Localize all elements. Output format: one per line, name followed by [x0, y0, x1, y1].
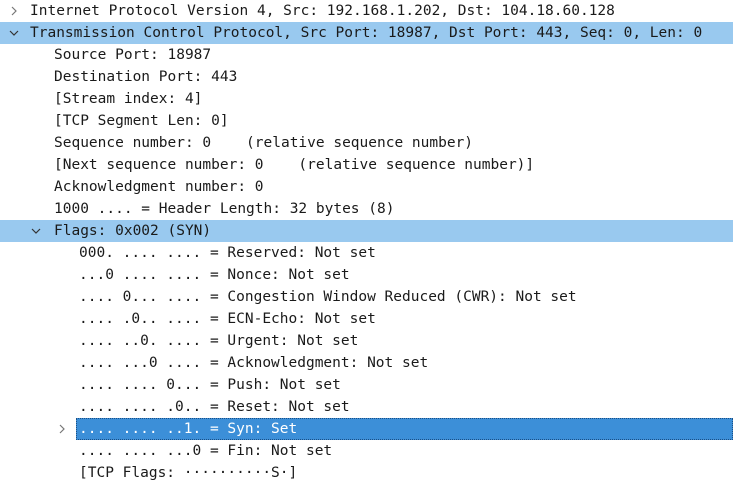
tree-row-flag-syn[interactable]: .... .... ..1. = Syn: Set: [0, 418, 733, 440]
tree-row-label: [TCP Flags: ··········S·]: [79, 465, 298, 481]
tree-row-label: .... ..0. .... = Urgent: Not set: [79, 333, 359, 349]
tree-row-ipv4[interactable]: Internet Protocol Version 4, Src: 192.16…: [0, 0, 733, 22]
tree-row-label: [Next sequence number: 0 (relative seque…: [54, 157, 535, 173]
tree-row-destination-port[interactable]: Destination Port: 443: [0, 66, 733, 88]
tree-row-label: ...0 .... .... = Nonce: Not set: [79, 267, 350, 283]
tree-row-label: 1000 .... = Header Length: 32 bytes (8): [54, 201, 395, 217]
tree-row-label: [Stream index: 4]: [54, 91, 203, 107]
tree-row-label: Source Port: 18987: [54, 47, 212, 63]
tree-row-source-port[interactable]: Source Port: 18987: [0, 44, 733, 66]
tree-row-header-length[interactable]: 1000 .... = Header Length: 32 bytes (8): [0, 198, 733, 220]
tree-row-label: .... 0... .... = Congestion Window Reduc…: [79, 289, 577, 305]
tree-row-label: .... .... .0.. = Reset: Not set: [79, 399, 350, 415]
tree-row-tcp[interactable]: Transmission Control Protocol, Src Port:…: [0, 22, 733, 44]
tree-row-label: Internet Protocol Version 4, Src: 192.16…: [30, 3, 615, 19]
tree-row-flag-reserved[interactable]: 000. .... .... = Reserved: Not set: [0, 242, 733, 264]
chevron-down-icon[interactable]: [29, 220, 43, 242]
tree-row-flag-ack[interactable]: .... ...0 .... = Acknowledgment: Not set: [0, 352, 733, 374]
tree-row-label: .... .0.. .... = ECN-Echo: Not set: [79, 311, 376, 327]
tree-row-flag-reset[interactable]: .... .... .0.. = Reset: Not set: [0, 396, 733, 418]
tree-row-ack-number[interactable]: Acknowledgment number: 0: [0, 176, 733, 198]
tree-row-label: .... ...0 .... = Acknowledgment: Not set: [79, 355, 429, 371]
chevron-right-icon[interactable]: [7, 0, 21, 22]
tree-row-label: .... .... ...0 = Fin: Not set: [79, 443, 333, 459]
tree-row-flag-urgent[interactable]: .... ..0. .... = Urgent: Not set: [0, 330, 733, 352]
tree-row-label: Sequence number: 0 (relative sequence nu…: [54, 135, 474, 151]
tree-row-flag-cwr[interactable]: .... 0... .... = Congestion Window Reduc…: [0, 286, 733, 308]
tree-row-label: Flags: 0x002 (SYN): [54, 223, 212, 239]
chevron-right-icon[interactable]: [55, 418, 69, 440]
tree-row-tcp-flags-summary[interactable]: [TCP Flags: ··········S·]: [0, 462, 733, 484]
tree-row-label: .... .... ..1. = Syn: Set: [76, 418, 733, 440]
tree-row-next-sequence-number[interactable]: [Next sequence number: 0 (relative seque…: [0, 154, 733, 176]
tree-row-label: Transmission Control Protocol, Src Port:…: [30, 25, 703, 41]
tree-row-flag-nonce[interactable]: ...0 .... .... = Nonce: Not set: [0, 264, 733, 286]
tree-row-stream-index[interactable]: [Stream index: 4]: [0, 88, 733, 110]
tree-row-flag-push[interactable]: .... .... 0... = Push: Not set: [0, 374, 733, 396]
tree-row-label: Acknowledgment number: 0: [54, 179, 264, 195]
tree-row-label: .... .... 0... = Push: Not set: [79, 377, 341, 393]
tree-row-label: 000. .... .... = Reserved: Not set: [79, 245, 376, 261]
tree-row-flags[interactable]: Flags: 0x002 (SYN): [0, 220, 733, 242]
tree-row-flag-ecn-echo[interactable]: .... .0.. .... = ECN-Echo: Not set: [0, 308, 733, 330]
tree-row-sequence-number[interactable]: Sequence number: 0 (relative sequence nu…: [0, 132, 733, 154]
tree-row-segment-len[interactable]: [TCP Segment Len: 0]: [0, 110, 733, 132]
packet-details-tree: Internet Protocol Version 4, Src: 192.16…: [0, 0, 733, 486]
tree-row-label: [TCP Segment Len: 0]: [54, 113, 229, 129]
tree-row-label: Destination Port: 443: [54, 69, 238, 85]
chevron-down-icon[interactable]: [7, 22, 21, 44]
tree-row-flag-fin[interactable]: .... .... ...0 = Fin: Not set: [0, 440, 733, 462]
